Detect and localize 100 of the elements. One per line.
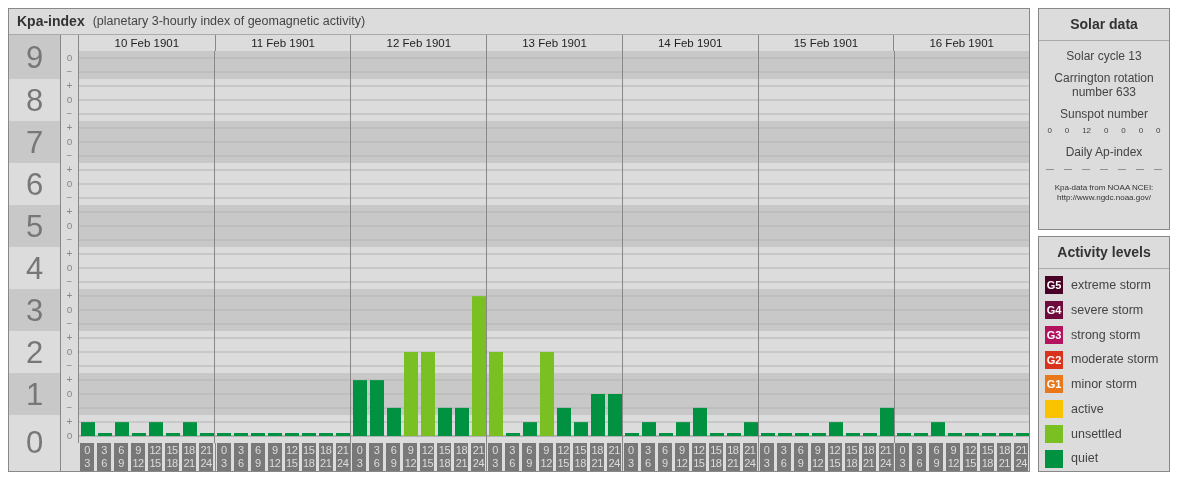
time-label: 12 15: [963, 443, 978, 471]
time-label: 6 9: [522, 443, 537, 471]
tick-label: o: [65, 51, 74, 65]
bar: [914, 433, 928, 436]
bar: [574, 422, 588, 436]
sunspot-value: 0: [1064, 125, 1070, 137]
time-label: 18 21: [725, 443, 740, 471]
tick-label: +: [65, 247, 74, 261]
time-label: 21 24: [878, 443, 893, 471]
tick-label: +: [65, 415, 74, 429]
bar: [251, 433, 265, 436]
tick-label: −: [65, 149, 74, 163]
time-label: 15 18: [708, 443, 723, 471]
time-label: 15 18: [301, 443, 316, 471]
bar: [965, 433, 979, 436]
tick-label: o: [65, 93, 74, 107]
time-label: 0 3: [895, 443, 910, 471]
bar: [829, 422, 843, 436]
legend-label: moderate storm: [1071, 351, 1159, 369]
time-label: 18 21: [997, 443, 1012, 471]
tick-label: o: [65, 387, 74, 401]
time-label: 0 3: [488, 443, 503, 471]
level-badge: G2: [1045, 350, 1063, 369]
bar: [727, 433, 741, 436]
axis-label: 6: [25, 168, 44, 200]
bar: [132, 433, 146, 436]
axis-label: 1: [25, 378, 44, 410]
tick-label: −: [65, 65, 74, 79]
bar: [523, 422, 537, 436]
tick-label: o: [65, 345, 74, 359]
bar: [591, 394, 605, 436]
tick-label: +: [65, 79, 74, 93]
bar: [693, 407, 707, 436]
time-label: 15 18: [437, 443, 452, 471]
level-badge: G4: [1045, 301, 1063, 320]
bar: [557, 407, 571, 436]
time-label: 15 18: [980, 443, 995, 471]
level-badge: G3: [1045, 325, 1063, 344]
tick-label: +: [65, 163, 74, 177]
tick-label: −: [65, 107, 74, 121]
time-label: 12 15: [284, 443, 299, 471]
panel-title: Kpa-index: [17, 12, 85, 31]
axis-label: 3: [25, 294, 44, 326]
bar: [455, 407, 469, 436]
time-label: 18 21: [182, 443, 196, 471]
bar: [98, 433, 112, 436]
time-label: 18 21: [318, 443, 333, 471]
axis-label: 8: [25, 84, 44, 116]
bar: [336, 433, 350, 436]
bar: [642, 422, 656, 436]
bar: [183, 422, 197, 436]
time-label: 6 9: [657, 443, 672, 471]
axis-label: 5: [25, 210, 44, 242]
bar: [676, 422, 690, 436]
source-text: Kpa-data from NOAA NCEI:: [1053, 183, 1155, 193]
tick-label: +: [65, 331, 74, 345]
bar: [370, 380, 384, 436]
bar: [438, 407, 452, 436]
bar: [744, 422, 758, 436]
ap-value: —: [1046, 163, 1054, 175]
sunspot-value: 0: [1138, 125, 1144, 137]
tick-label: −: [65, 275, 74, 289]
sunspot-value: 12: [1082, 125, 1092, 137]
tick-label: o: [65, 135, 74, 149]
level-badge: G5: [1045, 276, 1063, 295]
tick-label: +: [65, 121, 74, 135]
tick-label: −: [65, 401, 74, 415]
time-label: 0 3: [759, 443, 774, 471]
bar: [302, 433, 316, 436]
bar: [149, 422, 163, 436]
time-label: 3 6: [505, 443, 520, 471]
info-text: Carrington rotation number 633: [1053, 71, 1155, 99]
tick-label: +: [65, 289, 74, 303]
axis-label: 4: [25, 252, 44, 284]
panel-title: Activity levels: [1039, 237, 1169, 269]
time-label: 9 12: [810, 443, 825, 471]
bar: [217, 433, 231, 436]
time-label: 15 18: [573, 443, 588, 471]
bar: [608, 394, 622, 436]
time-label: 21 24: [335, 443, 350, 471]
tick-label: o: [65, 219, 74, 233]
time-label: 21 24: [1014, 443, 1029, 471]
bar: [897, 433, 911, 436]
time-label: 21 24: [471, 443, 486, 471]
time-label: 12 15: [420, 443, 435, 471]
sunspot-value: 0: [1121, 125, 1126, 137]
time-label: 3 6: [912, 443, 927, 471]
time-label: 0 3: [80, 443, 94, 471]
legend-label: extreme storm: [1071, 277, 1151, 294]
bar: [846, 433, 860, 436]
tick-label: +: [65, 373, 74, 387]
tick-label: +: [65, 205, 74, 219]
axis-label: 7: [25, 126, 44, 158]
time-label: 21 24: [742, 443, 757, 471]
tick-label: −: [65, 191, 74, 205]
tick-label: o: [65, 177, 74, 191]
time-label: 0 3: [623, 443, 638, 471]
time-label: 3 6: [640, 443, 655, 471]
bar: [387, 407, 401, 436]
sunspot-value: 0: [1104, 125, 1109, 137]
